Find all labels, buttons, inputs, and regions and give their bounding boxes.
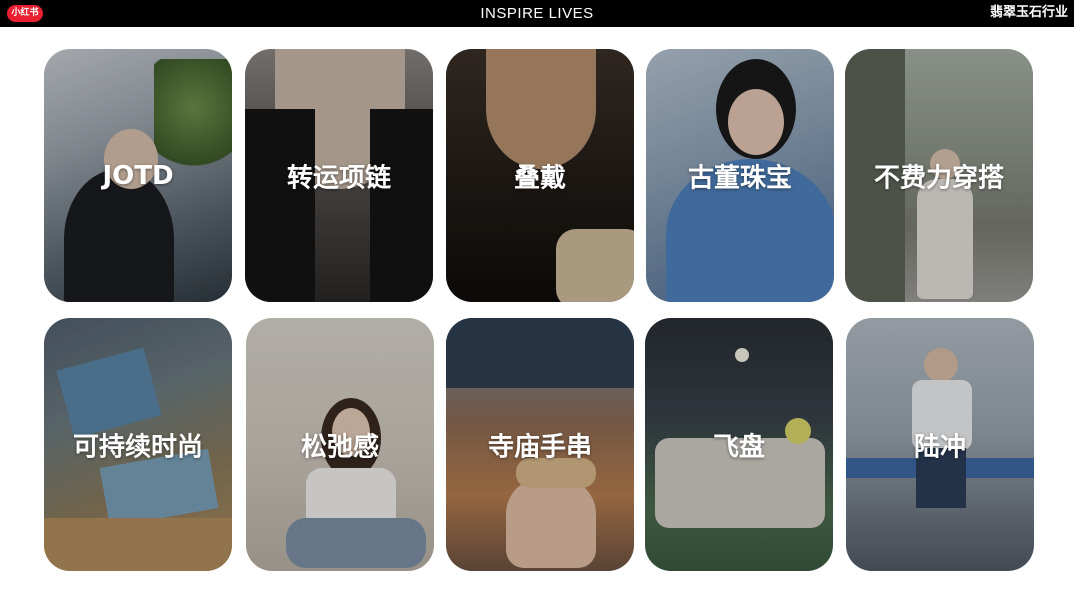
card-label: 寺庙手串 bbox=[487, 432, 592, 462]
card-layering[interactable]: 叠戴 bbox=[446, 49, 634, 302]
card-temple-bracelet[interactable]: 寺庙手串 bbox=[446, 318, 634, 571]
card-relaxed-vibe[interactable]: 松弛感 bbox=[246, 318, 434, 571]
card-surfskate[interactable]: 陆冲 bbox=[846, 318, 1034, 571]
card-label: 转运项链 bbox=[286, 163, 391, 193]
card-label: JOTD bbox=[102, 160, 174, 191]
card-effortless-outfit[interactable]: 不费力穿搭 bbox=[845, 49, 1033, 302]
card-label: 松弛感 bbox=[300, 432, 379, 462]
card-label: 古董珠宝 bbox=[687, 163, 792, 193]
card-label: 叠戴 bbox=[513, 163, 566, 193]
page-title: INSPIRE LIVES bbox=[480, 5, 594, 22]
card-antique-jewelry[interactable]: 古董珠宝 bbox=[646, 49, 834, 302]
industry-tag: 翡翠玉石行业 bbox=[989, 5, 1068, 20]
card-jotd[interactable]: JOTD bbox=[44, 49, 232, 302]
card-label: 可持续时尚 bbox=[72, 432, 203, 462]
card-label: 飞盘 bbox=[712, 432, 765, 462]
card-lucky-necklace[interactable]: 转运项链 bbox=[245, 49, 433, 302]
card-sustainable-fashion[interactable]: 可持续时尚 bbox=[44, 318, 232, 571]
card-label: 陆冲 bbox=[913, 432, 966, 462]
card-label: 不费力穿搭 bbox=[873, 163, 1004, 193]
card-frisbee[interactable]: 飞盘 bbox=[645, 318, 833, 571]
top-bar: 小红书 INSPIRE LIVES 翡翠玉石行业 bbox=[0, 0, 1074, 27]
